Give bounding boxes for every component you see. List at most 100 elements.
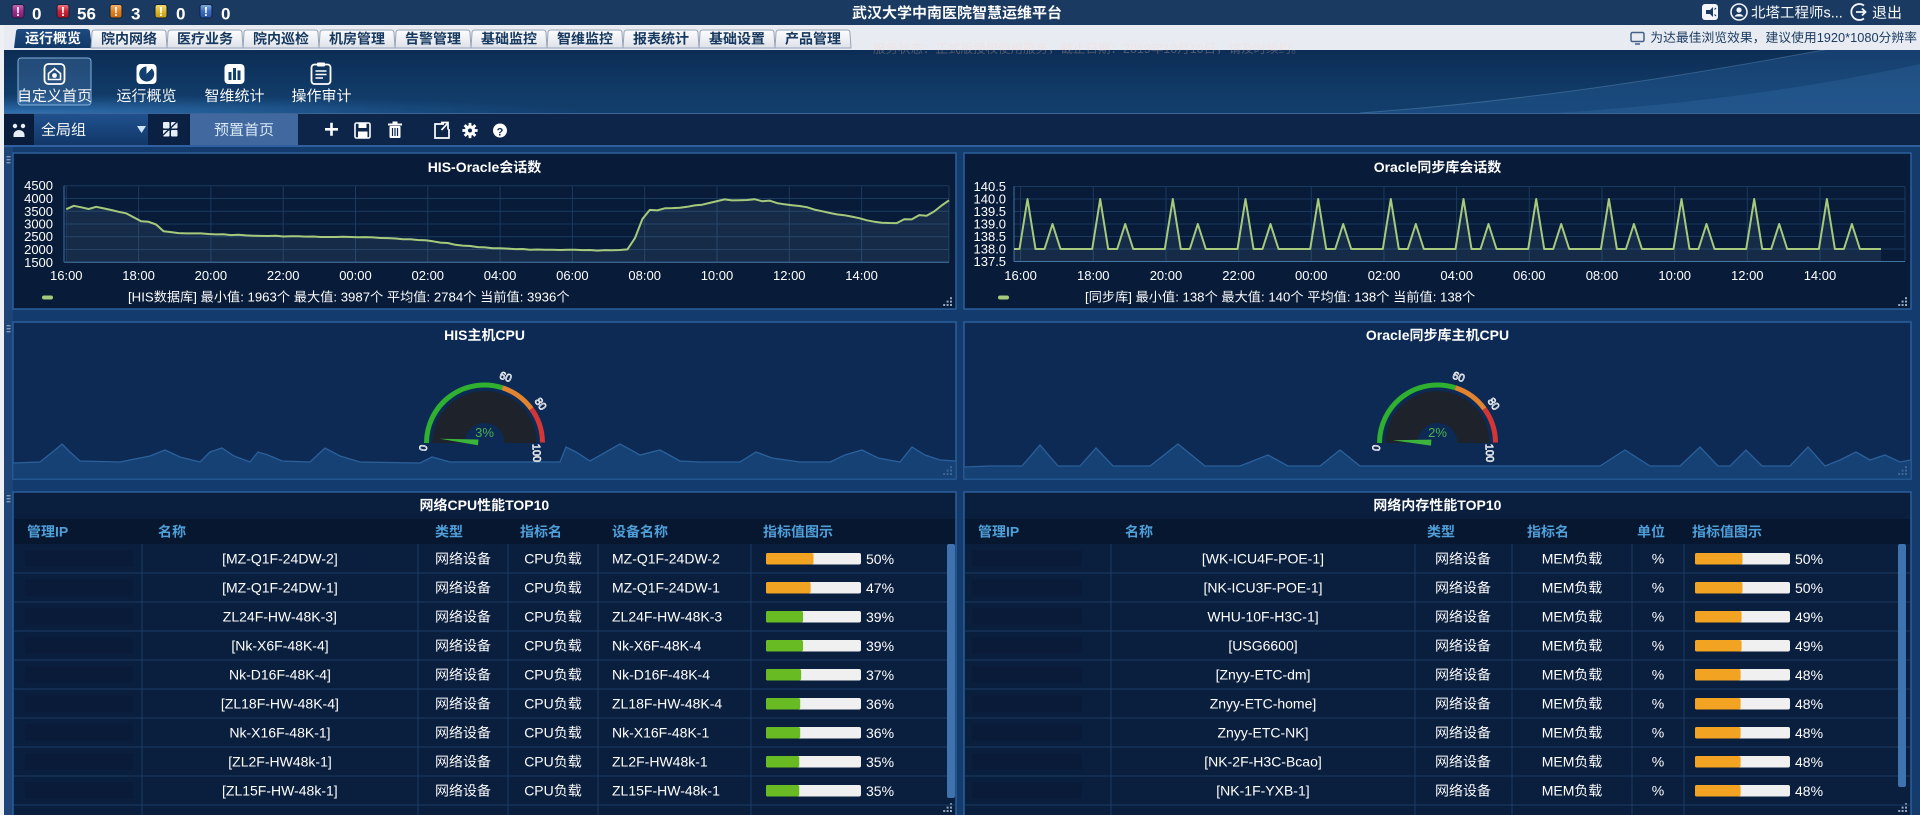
svg-text:%: %: [1652, 783, 1664, 799]
svg-text:]: ]: [193, 290, 197, 305]
svg-text:100: 100: [1483, 444, 1496, 463]
svg-text:20:00: 20:00: [1150, 268, 1183, 283]
svg-text:08:00: 08:00: [628, 268, 661, 283]
svg-text:MZ-Q1F-24DW-1: MZ-Q1F-24DW-1: [612, 580, 720, 596]
svg-text:49%: 49%: [1795, 609, 1823, 625]
svg-text:48%: 48%: [1795, 783, 1823, 799]
svg-text:CPU: CPU: [524, 783, 554, 799]
svg-text:10:00: 10:00: [701, 268, 734, 283]
svg-text:%: %: [1652, 696, 1664, 712]
svg-text:ZL15F-HW-48k-1: ZL15F-HW-48k-1: [612, 783, 720, 799]
svg-text:: 1963: : 1963: [240, 290, 277, 305]
svg-text:CPU: CPU: [524, 551, 554, 567]
svg-text:[Nk-X6F-48K-4]: [Nk-X6F-48K-4]: [231, 638, 328, 654]
svg-text:Znyy-ETC-NK]: Znyy-ETC-NK]: [1218, 725, 1309, 741]
svg-text:MEM: MEM: [1542, 580, 1575, 596]
svg-text:35%: 35%: [866, 783, 894, 799]
svg-text:[NK-ICU3F-POE-1]: [NK-ICU3F-POE-1]: [1204, 580, 1323, 596]
svg-text:0: 0: [176, 5, 185, 24]
svg-text:ZL2F-HW48k-1: ZL2F-HW48k-1: [612, 754, 708, 770]
svg-text:16:00: 16:00: [1004, 268, 1037, 283]
svg-text:[NK-1F-YXB-1]: [NK-1F-YXB-1]: [1216, 783, 1309, 799]
svg-text:10: 10: [1163, 42, 1177, 56]
svg-text:[ZL2F-HW48k-1]: [ZL2F-HW48k-1]: [228, 754, 331, 770]
svg-text:18:00: 18:00: [122, 268, 155, 283]
svg-text:!: !: [61, 5, 65, 19]
svg-text:: 138: : 138: [1347, 290, 1376, 305]
svg-text:%: %: [1652, 638, 1664, 654]
svg-text:3%: 3%: [475, 425, 494, 440]
svg-text:12:00: 12:00: [773, 268, 806, 283]
svg-text:CPU: CPU: [524, 725, 554, 741]
svg-text:48%: 48%: [1795, 754, 1823, 770]
svg-text:48%: 48%: [1795, 667, 1823, 683]
svg-text:IP: IP: [1006, 524, 1019, 540]
svg-text:%: %: [1652, 725, 1664, 741]
svg-text:%: %: [1652, 667, 1664, 683]
svg-text:48%: 48%: [1795, 725, 1823, 741]
svg-text:s...: s...: [1824, 6, 1843, 22]
svg-text:02:00: 02:00: [412, 268, 445, 283]
svg-text:[WK-ICU4F-POE-1]: [WK-ICU4F-POE-1]: [1202, 551, 1324, 567]
svg-text:Nk-D16F-48K-4: Nk-D16F-48K-4: [612, 667, 710, 683]
svg-text:14:00: 14:00: [845, 268, 878, 283]
svg-text:1920*1080: 1920*1080: [1817, 30, 1879, 45]
svg-text:04:00: 04:00: [1440, 268, 1473, 283]
svg-text:CPU: CPU: [524, 696, 554, 712]
svg-text:MEM: MEM: [1542, 754, 1575, 770]
svg-text:02:00: 02:00: [1368, 268, 1401, 283]
svg-text:[USG6600]: [USG6600]: [1228, 638, 1297, 654]
svg-text:MEM: MEM: [1542, 725, 1575, 741]
svg-text:MZ-Q1F-24DW-2: MZ-Q1F-24DW-2: [612, 551, 720, 567]
svg-text:?: ?: [497, 127, 504, 139]
svg-text:39%: 39%: [866, 638, 894, 654]
svg-text:56: 56: [77, 5, 96, 24]
svg-text:CPU: CPU: [448, 497, 478, 513]
svg-text:3: 3: [131, 5, 140, 24]
svg-text:Nk-X16F-48K-1: Nk-X16F-48K-1: [612, 725, 709, 741]
svg-text:ZL24F-HW-48K-3]: ZL24F-HW-48K-3]: [223, 609, 337, 625]
svg-text:16:00: 16:00: [50, 268, 83, 283]
svg-text:]: ]: [1128, 290, 1132, 305]
svg-text:50%: 50%: [866, 551, 894, 567]
svg-text:20:00: 20:00: [195, 268, 228, 283]
svg-text:49%: 49%: [1795, 638, 1823, 654]
svg-text:48%: 48%: [1795, 696, 1823, 712]
svg-text:TOP10: TOP10: [1457, 497, 1501, 513]
svg-text:!: !: [114, 5, 118, 19]
svg-text:[Znyy-ETC-dm]: [Znyy-ETC-dm]: [1216, 667, 1311, 683]
svg-text:!: !: [204, 5, 208, 19]
svg-text:CPU: CPU: [495, 327, 525, 343]
svg-text:!: !: [16, 5, 20, 19]
svg-text:18:00: 18:00: [1077, 268, 1110, 283]
svg-text:: 138: : 138: [1175, 290, 1204, 305]
svg-text:37%: 37%: [866, 667, 894, 683]
svg-text:06:00: 06:00: [556, 268, 589, 283]
svg-text:36%: 36%: [866, 725, 894, 741]
svg-text:: 2784: : 2784: [427, 290, 464, 305]
svg-text:MEM: MEM: [1542, 609, 1575, 625]
svg-text:36%: 36%: [866, 696, 894, 712]
svg-text:[ZL15F-HW-48k-1]: [ZL15F-HW-48k-1]: [222, 783, 338, 799]
svg-text:06:00: 06:00: [1513, 268, 1546, 283]
svg-text:MEM: MEM: [1542, 783, 1575, 799]
svg-text:HIS: HIS: [444, 327, 467, 343]
svg-text:TOP10: TOP10: [505, 497, 549, 513]
svg-text:00:00: 00:00: [339, 268, 372, 283]
svg-text:[: [: [1085, 290, 1089, 305]
svg-text:!: !: [159, 5, 163, 19]
svg-text:10:00: 10:00: [1658, 268, 1691, 283]
svg-text:22:00: 22:00: [267, 268, 300, 283]
svg-text:04:00: 04:00: [484, 268, 517, 283]
svg-text:%: %: [1652, 580, 1664, 596]
svg-text:ZL18F-HW-48K-4: ZL18F-HW-48K-4: [612, 696, 722, 712]
svg-text:1500: 1500: [24, 255, 53, 270]
svg-text:[NK-2F-H3C-Bcao]: [NK-2F-H3C-Bcao]: [1204, 754, 1321, 770]
svg-text:39%: 39%: [866, 609, 894, 625]
svg-text:0: 0: [32, 5, 41, 24]
svg-text:08:00: 08:00: [1586, 268, 1619, 283]
svg-text:MEM: MEM: [1542, 551, 1575, 567]
svg-text:HIS-Oracle: HIS-Oracle: [428, 159, 500, 175]
svg-text:%: %: [1652, 551, 1664, 567]
svg-text:MEM: MEM: [1542, 667, 1575, 683]
